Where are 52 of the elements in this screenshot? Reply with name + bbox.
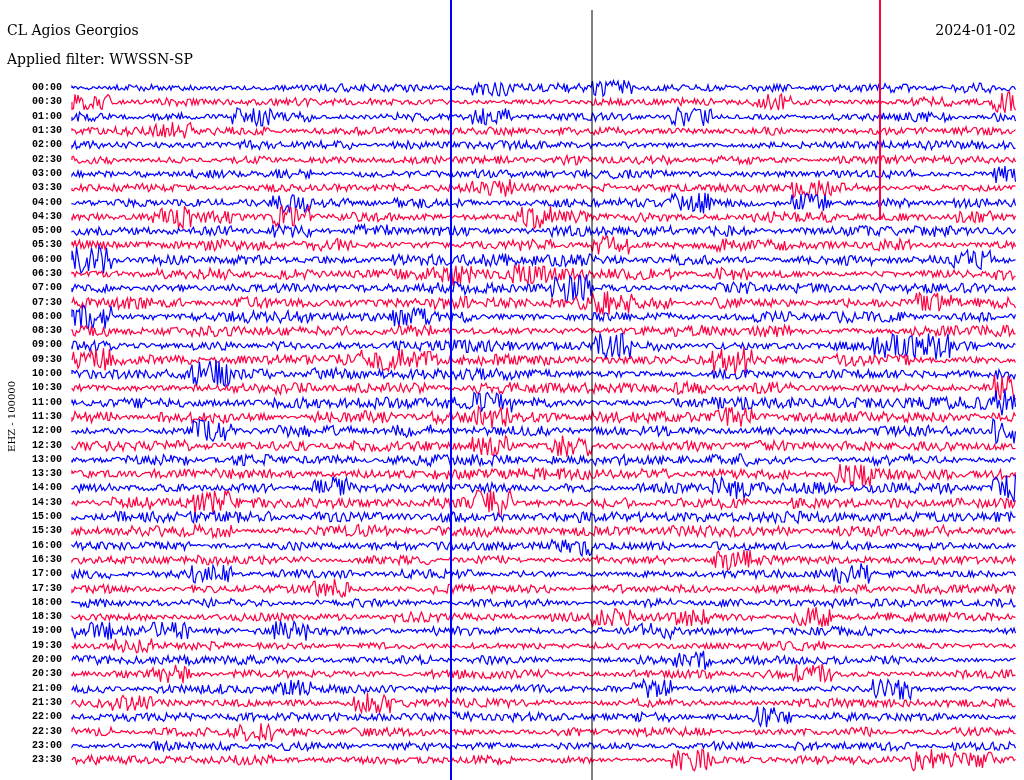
time-label: 04:00 bbox=[31, 196, 62, 209]
time-label: 11:00 bbox=[31, 396, 62, 409]
time-label: 16:30 bbox=[31, 553, 62, 566]
time-label: 11:30 bbox=[31, 410, 62, 423]
time-label: 14:30 bbox=[31, 496, 62, 509]
time-label: 01:00 bbox=[31, 110, 62, 123]
time-label: 02:00 bbox=[31, 139, 62, 152]
time-label: 20:00 bbox=[31, 654, 62, 666]
time-label: 02:30 bbox=[31, 153, 62, 166]
time-label: 00:00 bbox=[31, 82, 62, 95]
time-label: 16:00 bbox=[31, 539, 62, 552]
time-label: 15:30 bbox=[31, 525, 62, 538]
time-label: 15:00 bbox=[31, 511, 62, 524]
time-label: 06:30 bbox=[31, 268, 62, 280]
time-label: 09:30 bbox=[31, 353, 62, 366]
time-label: 18:30 bbox=[31, 611, 62, 624]
time-label: 17:30 bbox=[31, 582, 62, 595]
station-title: CL Agios Georgios bbox=[7, 21, 140, 40]
date-label: 2024-01-02 bbox=[935, 21, 1016, 40]
time-label: 09:00 bbox=[31, 339, 62, 352]
time-label: 10:00 bbox=[31, 368, 62, 381]
time-label: 21:30 bbox=[31, 696, 62, 709]
axis-label: EHZ - 100000 bbox=[5, 380, 17, 452]
time-label: 05:30 bbox=[31, 239, 62, 252]
time-label: 17:00 bbox=[31, 568, 62, 581]
time-label: 14:00 bbox=[31, 482, 62, 495]
time-label: 19:30 bbox=[31, 639, 62, 652]
time-label: 03:00 bbox=[31, 167, 62, 180]
time-label: 12:00 bbox=[31, 425, 62, 438]
time-label: 07:30 bbox=[31, 296, 62, 309]
time-label: 12:30 bbox=[31, 439, 62, 452]
time-label: 00:30 bbox=[31, 96, 62, 109]
time-label: 03:30 bbox=[31, 182, 62, 195]
time-label: 18:00 bbox=[31, 596, 62, 609]
time-label: 01:30 bbox=[31, 125, 62, 138]
time-label: 22:00 bbox=[31, 711, 62, 724]
time-label: 19:00 bbox=[31, 625, 62, 638]
time-label: 10:30 bbox=[31, 382, 62, 395]
time-label: 08:00 bbox=[31, 310, 62, 323]
time-label: 20:30 bbox=[31, 668, 62, 681]
time-label: 07:00 bbox=[31, 282, 62, 295]
time-label: 21:00 bbox=[31, 682, 62, 695]
time-label: 23:00 bbox=[31, 739, 62, 752]
time-label: 08:30 bbox=[31, 325, 62, 338]
filter-label: Applied filter: WWSSN-SP bbox=[7, 50, 193, 69]
time-label: 13:00 bbox=[31, 453, 62, 466]
time-label: 23:30 bbox=[31, 754, 62, 767]
time-label: 13:30 bbox=[31, 468, 62, 481]
time-label: 06:00 bbox=[31, 253, 62, 266]
time-label: 04:30 bbox=[31, 210, 62, 223]
time-label: 22:30 bbox=[31, 725, 62, 738]
time-label: 05:00 bbox=[31, 225, 62, 238]
